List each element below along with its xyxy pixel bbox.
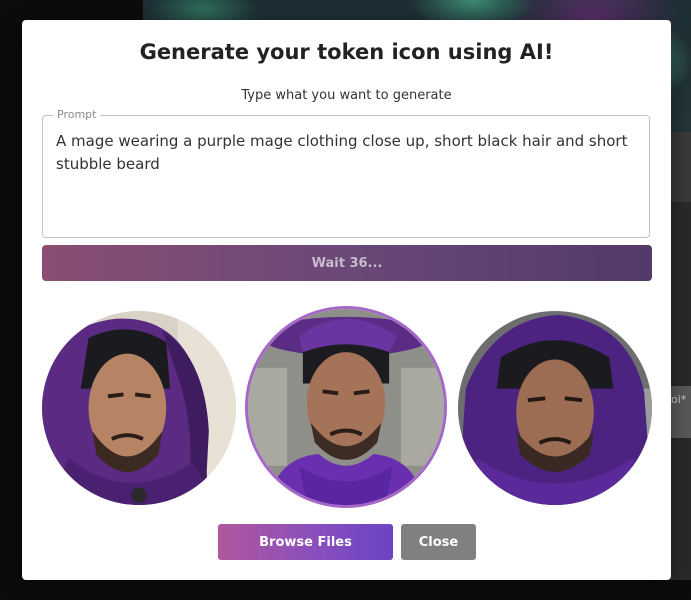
background-bottom [143,580,691,600]
token-option-1[interactable] [42,311,236,505]
modal-title: Generate your token icon using AI! [139,40,554,64]
token-option-3[interactable] [458,311,652,505]
background-input-field: oi* [671,386,691,438]
prompt-text-value[interactable]: A mage wearing a purple mage clothing cl… [56,130,639,176]
generate-token-modal: Generate your token icon using AI! Type … [22,20,671,580]
prompt-label: Prompt [53,108,101,122]
token-option-2[interactable] [248,309,444,505]
modal-subtitle: Type what you want to generate [241,88,452,103]
prompt-textarea[interactable]: Prompt A mage wearing a purple mage clot… [42,108,650,238]
browse-files-button[interactable]: Browse Files [218,524,393,560]
wait-countdown-button[interactable]: Wait 36... [42,245,652,281]
mage-portrait-1-image [42,311,236,505]
mage-portrait-3-image [458,311,652,505]
background-input-text: oi* [671,393,687,406]
background-strip [671,132,691,202]
close-button[interactable]: Close [401,524,476,560]
mage-portrait-2-image [248,309,444,505]
